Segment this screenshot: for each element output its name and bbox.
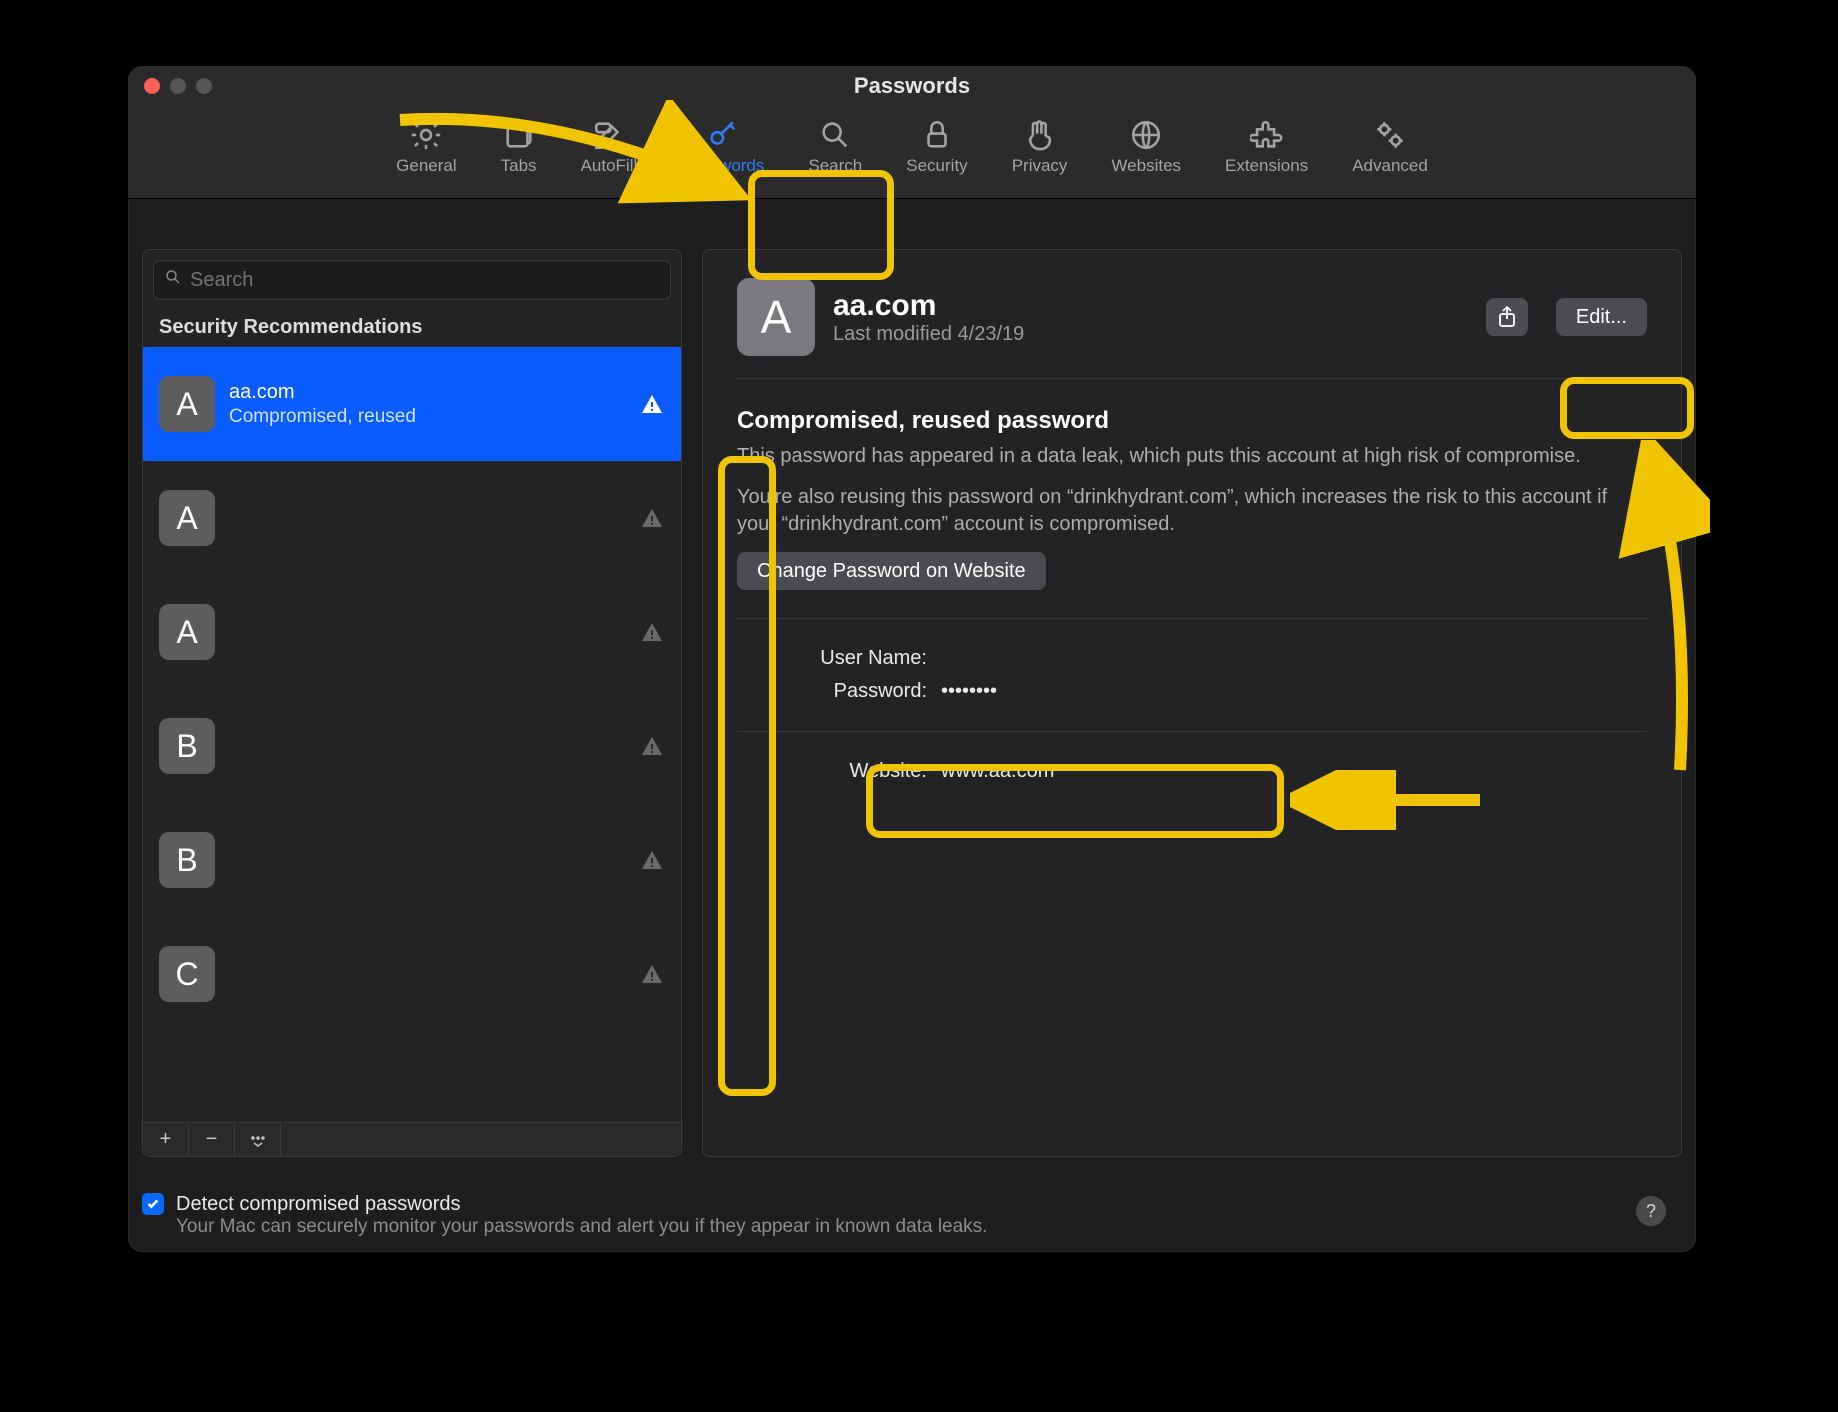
warning-paragraph-2: You're also reusing this password on “dr…: [737, 484, 1647, 538]
section-header: Security Recommendations: [143, 310, 681, 347]
toolbar: General Tabs AutoFill Passwords Search: [128, 106, 1696, 199]
remove-button[interactable]: −: [189, 1123, 235, 1156]
password-label: Password:: [737, 680, 927, 703]
tab-label: Tabs: [501, 156, 537, 176]
share-button[interactable]: [1486, 298, 1528, 336]
tab-autofill[interactable]: AutoFill: [573, 112, 646, 182]
warning-icon: [639, 391, 665, 417]
globe-icon: [1129, 118, 1163, 152]
tab-extensions[interactable]: Extensions: [1217, 112, 1316, 182]
tab-general[interactable]: General: [388, 112, 464, 182]
tab-label: AutoFill: [581, 156, 638, 176]
website-value[interactable]: www.aa.com: [941, 760, 1647, 783]
tab-privacy[interactable]: Privacy: [1004, 112, 1076, 182]
row-avatar: B: [159, 832, 215, 888]
website-grid: Website: www.aa.com: [737, 732, 1647, 811]
tab-search[interactable]: Search: [800, 112, 870, 182]
detect-compromised-checkbox[interactable]: [142, 1193, 164, 1215]
checkbox-sublabel: Your Mac can securely monitor your passw…: [176, 1216, 987, 1238]
tab-label: Security: [906, 156, 967, 176]
tab-label: Passwords: [681, 156, 764, 176]
password-value: ••••••••: [941, 680, 1647, 703]
tab-label: Search: [808, 156, 862, 176]
add-button[interactable]: +: [143, 1123, 189, 1156]
username-label: User Name:: [737, 647, 927, 670]
site-title: aa.com: [833, 289, 1024, 323]
list-item[interactable]: B: [143, 689, 681, 803]
warning-heading: Compromised, reused password: [737, 407, 1647, 435]
row-avatar: A: [159, 376, 215, 432]
zoom-window-button[interactable]: [196, 78, 212, 94]
autofill-icon: [592, 118, 626, 152]
list-item[interactable]: A aa.com Compromised, reused: [143, 347, 681, 461]
credentials-grid: User Name: Password: ••••••••: [737, 619, 1647, 732]
preferences-window: Passwords General Tabs AutoFill Password…: [128, 66, 1696, 1252]
row-avatar: B: [159, 718, 215, 774]
gear-icon: [409, 118, 443, 152]
gears-icon: [1373, 118, 1407, 152]
puzzle-icon: [1250, 118, 1284, 152]
list-item[interactable]: A: [143, 575, 681, 689]
tab-security[interactable]: Security: [898, 112, 975, 182]
more-button[interactable]: [235, 1123, 281, 1156]
footer: Detect compromised passwords Your Mac ca…: [128, 1171, 1696, 1252]
username-value: [941, 647, 1647, 670]
row-avatar: A: [159, 604, 215, 660]
search-field[interactable]: [153, 260, 671, 300]
search-icon: [818, 118, 852, 152]
tab-label: Extensions: [1225, 156, 1308, 176]
tab-passwords[interactable]: Passwords: [673, 112, 772, 182]
list-toolbar: + −: [143, 1122, 681, 1156]
close-window-button[interactable]: [144, 78, 160, 94]
tab-websites[interactable]: Websites: [1103, 112, 1189, 182]
search-input[interactable]: [190, 269, 660, 292]
change-password-button[interactable]: Change Password on Website: [737, 552, 1046, 590]
warning-icon: [639, 619, 665, 645]
content-area: Security Recommendations A aa.com Compro…: [128, 199, 1696, 1171]
list-item[interactable]: B: [143, 803, 681, 917]
site-avatar: A: [737, 278, 815, 356]
warning-icon: [639, 505, 665, 531]
tab-label: General: [396, 156, 456, 176]
search-icon: [164, 268, 182, 292]
tab-label: Advanced: [1352, 156, 1428, 176]
warning-icon: [639, 847, 665, 873]
passwords-sidebar: Security Recommendations A aa.com Compro…: [142, 249, 682, 1157]
detail-header: A aa.com Last modified 4/23/19 Edit...: [737, 278, 1647, 379]
tab-label: Websites: [1111, 156, 1181, 176]
titlebar: Passwords: [128, 66, 1696, 106]
tab-advanced[interactable]: Advanced: [1344, 112, 1436, 182]
lock-icon: [920, 118, 954, 152]
minimize-window-button[interactable]: [170, 78, 186, 94]
warning-paragraph-1: This password has appeared in a data lea…: [737, 443, 1647, 470]
last-modified: Last modified 4/23/19: [833, 323, 1024, 346]
checkbox-label: Detect compromised passwords: [176, 1193, 987, 1216]
passwords-list[interactable]: A aa.com Compromised, reused A A B: [143, 347, 681, 1122]
edit-button[interactable]: Edit...: [1556, 298, 1647, 336]
row-avatar: C: [159, 946, 215, 1002]
key-icon: [706, 118, 740, 152]
password-detail: A aa.com Last modified 4/23/19 Edit... C…: [702, 249, 1682, 1157]
row-status: Compromised, reused: [229, 406, 625, 428]
list-item[interactable]: A: [143, 461, 681, 575]
tabs-icon: [502, 118, 536, 152]
tab-label: Privacy: [1012, 156, 1068, 176]
window-title: Passwords: [128, 73, 1696, 99]
warning-icon: [639, 733, 665, 759]
warning-section: Compromised, reused password This passwo…: [737, 379, 1647, 619]
tab-tabs[interactable]: Tabs: [493, 112, 545, 182]
row-domain: aa.com: [229, 381, 625, 404]
hand-icon: [1023, 118, 1057, 152]
list-item[interactable]: C: [143, 917, 681, 1031]
help-button[interactable]: ?: [1636, 1196, 1666, 1226]
traffic-lights: [144, 78, 212, 94]
website-label: Website:: [737, 760, 927, 783]
warning-icon: [639, 961, 665, 987]
row-avatar: A: [159, 490, 215, 546]
